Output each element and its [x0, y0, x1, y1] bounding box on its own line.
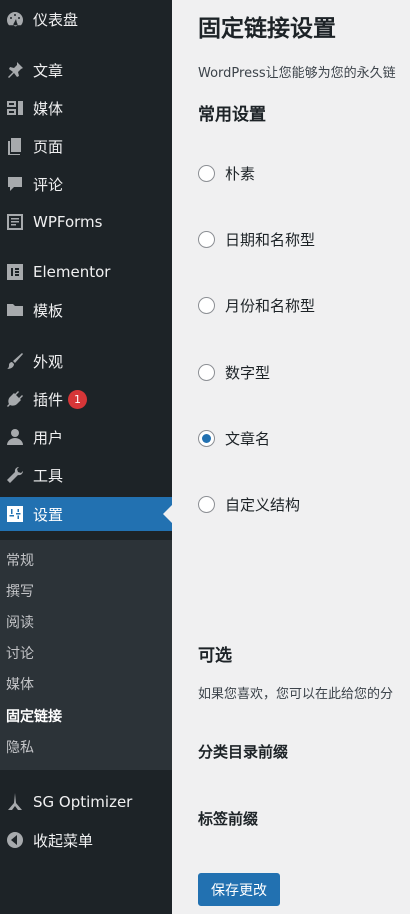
update-count-badge: 1: [68, 389, 87, 409]
main-content: 固定链接设置 WordPress让您能够为您的永久链 常用设置 朴素 日期和名称…: [172, 0, 410, 914]
sidebar-item-settings[interactable]: 设置: [0, 497, 172, 531]
radio-button-selected[interactable]: [198, 430, 215, 447]
radio-label: 自定义结构: [225, 496, 301, 514]
pin-icon: [4, 59, 26, 81]
sidebar-item-plugins[interactable]: 插件 1: [0, 382, 172, 416]
settings-icon: [4, 503, 26, 525]
submenu-item-discussion[interactable]: 讨论: [6, 643, 34, 663]
tag-base-label: 标签前缀: [198, 810, 259, 828]
sidebar-item-elementor[interactable]: Elementor: [0, 255, 172, 289]
sidebar-item-sg-optimizer[interactable]: SG Optimizer: [0, 785, 172, 819]
sidebar-item-users[interactable]: 用户: [0, 420, 172, 454]
common-settings-heading: 常用设置: [198, 105, 266, 125]
sidebar-item-label: 设置: [33, 505, 64, 524]
sidebar-item-label: 工具: [33, 466, 64, 485]
dashboard-icon: [4, 8, 26, 30]
brush-icon: [4, 350, 26, 372]
permalink-option-custom[interactable]: 自定义结构: [198, 494, 300, 515]
radio-button[interactable]: [198, 364, 215, 381]
permalink-option-plain[interactable]: 朴素: [198, 163, 255, 184]
radio-label: 日期和名称型: [225, 231, 316, 249]
sidebar-item-label: 仪表盘: [33, 10, 79, 29]
wrench-icon: [4, 464, 26, 486]
radio-label: 文章名: [225, 430, 271, 448]
active-indicator-arrow: [163, 505, 172, 523]
sidebar-item-label: 媒体: [33, 99, 64, 118]
plugin-icon: [4, 388, 26, 410]
sidebar-item-wpforms[interactable]: WPForms: [0, 205, 172, 239]
permalink-option-day-name[interactable]: 日期和名称型: [198, 229, 315, 250]
sidebar-item-templates[interactable]: 模板: [0, 293, 172, 327]
submenu-item-permalinks[interactable]: 固定链接: [6, 706, 62, 726]
permalink-option-post-name[interactable]: 文章名: [198, 428, 270, 449]
sidebar-item-label: 用户: [33, 428, 64, 447]
sidebar-item-tools[interactable]: 工具: [0, 458, 172, 492]
elementor-icon: [4, 261, 26, 283]
sidebar-item-label: 外观: [33, 352, 64, 371]
admin-sidebar: 仪表盘 文章 媒体 页面 评论 WPForms Elementor 模板 外观 …: [0, 0, 172, 914]
sidebar-item-label: WPForms: [33, 213, 103, 231]
sidebar-item-dashboard[interactable]: 仪表盘: [0, 2, 172, 36]
media-icon: [4, 97, 26, 119]
sidebar-item-label: 页面: [33, 137, 64, 156]
sg-optimizer-icon: [4, 791, 26, 813]
optional-heading: 可选: [198, 646, 232, 666]
sidebar-item-media[interactable]: 媒体: [0, 91, 172, 125]
submenu-item-media[interactable]: 媒体: [6, 674, 34, 694]
wpforms-icon: [4, 211, 26, 233]
sidebar-item-posts[interactable]: 文章: [0, 53, 172, 87]
radio-label: 数字型: [225, 364, 271, 382]
folder-icon: [4, 299, 26, 321]
sidebar-item-label: 模板: [33, 301, 64, 320]
page-icon: [4, 135, 26, 157]
permalink-option-month-name[interactable]: 月份和名称型: [198, 295, 315, 316]
sidebar-item-pages[interactable]: 页面: [0, 129, 172, 163]
sidebar-item-label: Elementor: [33, 263, 111, 281]
user-icon: [4, 426, 26, 448]
settings-submenu: 常规 撰写 阅读 讨论 媒体 固定链接 隐私: [0, 540, 172, 770]
radio-button[interactable]: [198, 231, 215, 248]
sidebar-item-label: 插件: [33, 390, 64, 409]
submenu-item-writing[interactable]: 撰写: [6, 581, 34, 601]
submenu-item-general[interactable]: 常规: [6, 550, 34, 570]
comment-icon: [4, 173, 26, 195]
sidebar-item-label: SG Optimizer: [33, 793, 133, 811]
sidebar-item-appearance[interactable]: 外观: [0, 344, 172, 378]
sidebar-item-comments[interactable]: 评论: [0, 167, 172, 201]
submenu-item-reading[interactable]: 阅读: [6, 612, 34, 632]
sidebar-item-label: 收起菜单: [33, 831, 94, 850]
sidebar-item-label: 文章: [33, 61, 64, 80]
submenu-item-privacy[interactable]: 隐私: [6, 737, 34, 757]
save-changes-button[interactable]: 保存更改: [198, 873, 280, 906]
radio-label: 月份和名称型: [225, 297, 316, 315]
collapse-menu-button[interactable]: 收起菜单: [0, 823, 172, 857]
radio-button[interactable]: [198, 297, 215, 314]
sidebar-item-label: 评论: [33, 175, 64, 194]
permalink-option-numeric[interactable]: 数字型: [198, 362, 270, 383]
page-title: 固定链接设置: [198, 16, 336, 42]
collapse-icon: [4, 829, 26, 851]
optional-description: 如果您喜欢，您可以在此给您的分: [198, 687, 394, 702]
category-base-label: 分类目录前缀: [198, 743, 289, 761]
radio-button[interactable]: [198, 496, 215, 513]
intro-text: WordPress让您能够为您的永久链: [198, 66, 396, 81]
radio-label: 朴素: [225, 165, 256, 183]
radio-button[interactable]: [198, 165, 215, 182]
